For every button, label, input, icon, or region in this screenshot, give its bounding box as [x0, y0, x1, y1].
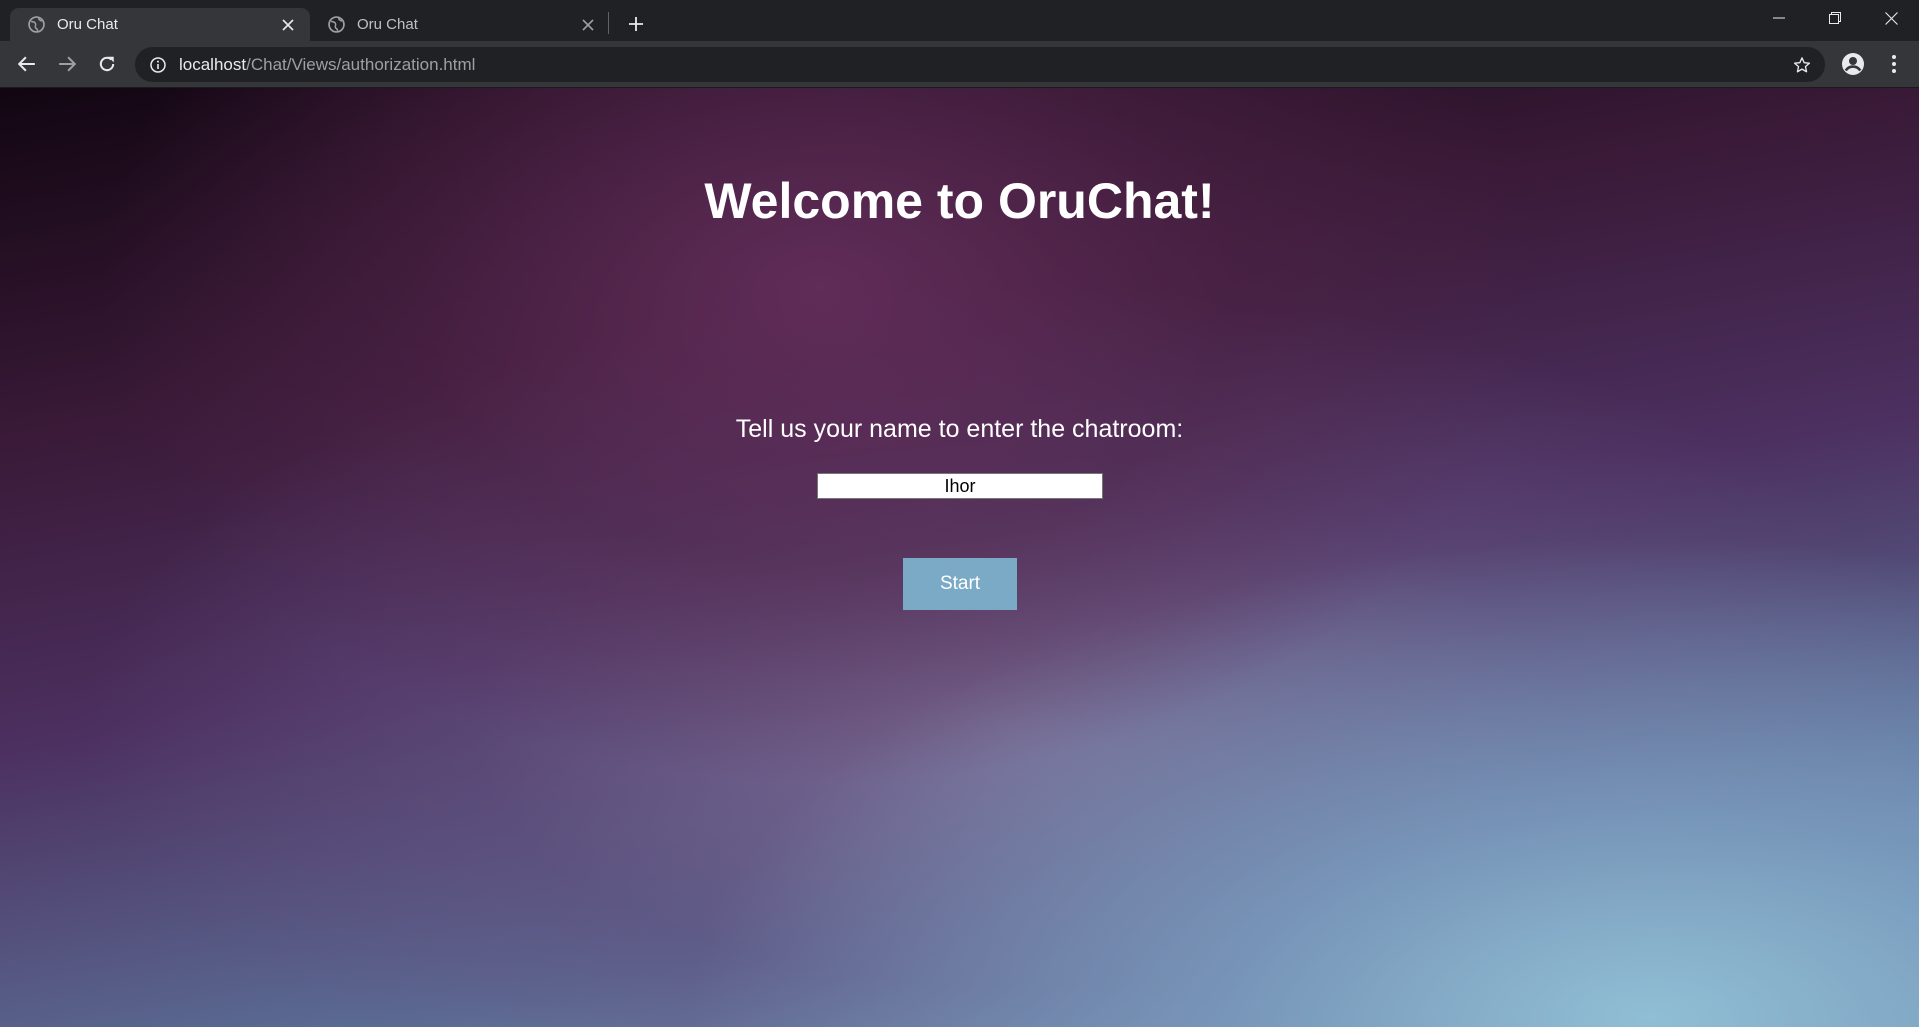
globe-icon [328, 16, 345, 33]
tab-oru-chat-active[interactable]: Oru Chat [10, 8, 310, 41]
account-icon [1842, 53, 1864, 75]
info-icon[interactable] [149, 56, 167, 74]
star-icon[interactable] [1791, 54, 1813, 76]
browser-window: Oru Chat Oru Chat localhost/Chat/Views/a… [0, 0, 1919, 1027]
start-button[interactable]: Start [903, 558, 1017, 610]
tab-title: Oru Chat [357, 16, 418, 33]
url-text[interactable]: localhost/Chat/Views/authorization.html [179, 55, 475, 75]
profile-button[interactable] [1839, 50, 1867, 78]
back-button[interactable] [12, 49, 42, 79]
minimize-button[interactable] [1751, 0, 1807, 36]
close-icon [1884, 11, 1898, 25]
name-prompt: Tell us your name to enter the chatroom: [735, 415, 1184, 443]
url-path: /Chat/Views/authorization.html [246, 54, 476, 74]
name-input[interactable] [817, 473, 1103, 499]
minimize-icon [1773, 17, 1785, 19]
tab-strip: Oru Chat Oru Chat [0, 0, 1919, 41]
menu-button[interactable] [1880, 50, 1908, 78]
tab-title: Oru Chat [57, 16, 118, 33]
forward-button[interactable] [52, 49, 82, 79]
more-vert-icon [1892, 55, 1896, 73]
address-bar[interactable]: localhost/Chat/Views/authorization.html [135, 47, 1825, 82]
reload-button[interactable] [92, 49, 122, 79]
url-host: localhost [179, 54, 247, 74]
tab-divider [608, 12, 609, 34]
arrow-left-icon [18, 56, 35, 72]
reload-icon [99, 56, 115, 72]
globe-icon [28, 16, 45, 33]
page-title: Welcome to OruChat! [704, 173, 1215, 229]
tab-oru-chat[interactable]: Oru Chat [310, 8, 610, 41]
restore-icon [1829, 12, 1841, 24]
window-controls [1751, 0, 1919, 36]
page-viewport: Welcome to OruChat! Tell us your name to… [0, 88, 1919, 1027]
close-icon[interactable] [278, 15, 298, 35]
close-window-button[interactable] [1863, 0, 1919, 36]
browser-toolbar: localhost/Chat/Views/authorization.html [0, 41, 1919, 88]
restore-button[interactable] [1807, 0, 1863, 36]
close-icon[interactable] [578, 15, 598, 35]
arrow-right-icon [59, 56, 76, 72]
plus-icon [629, 17, 643, 31]
new-tab-button[interactable] [622, 10, 650, 38]
